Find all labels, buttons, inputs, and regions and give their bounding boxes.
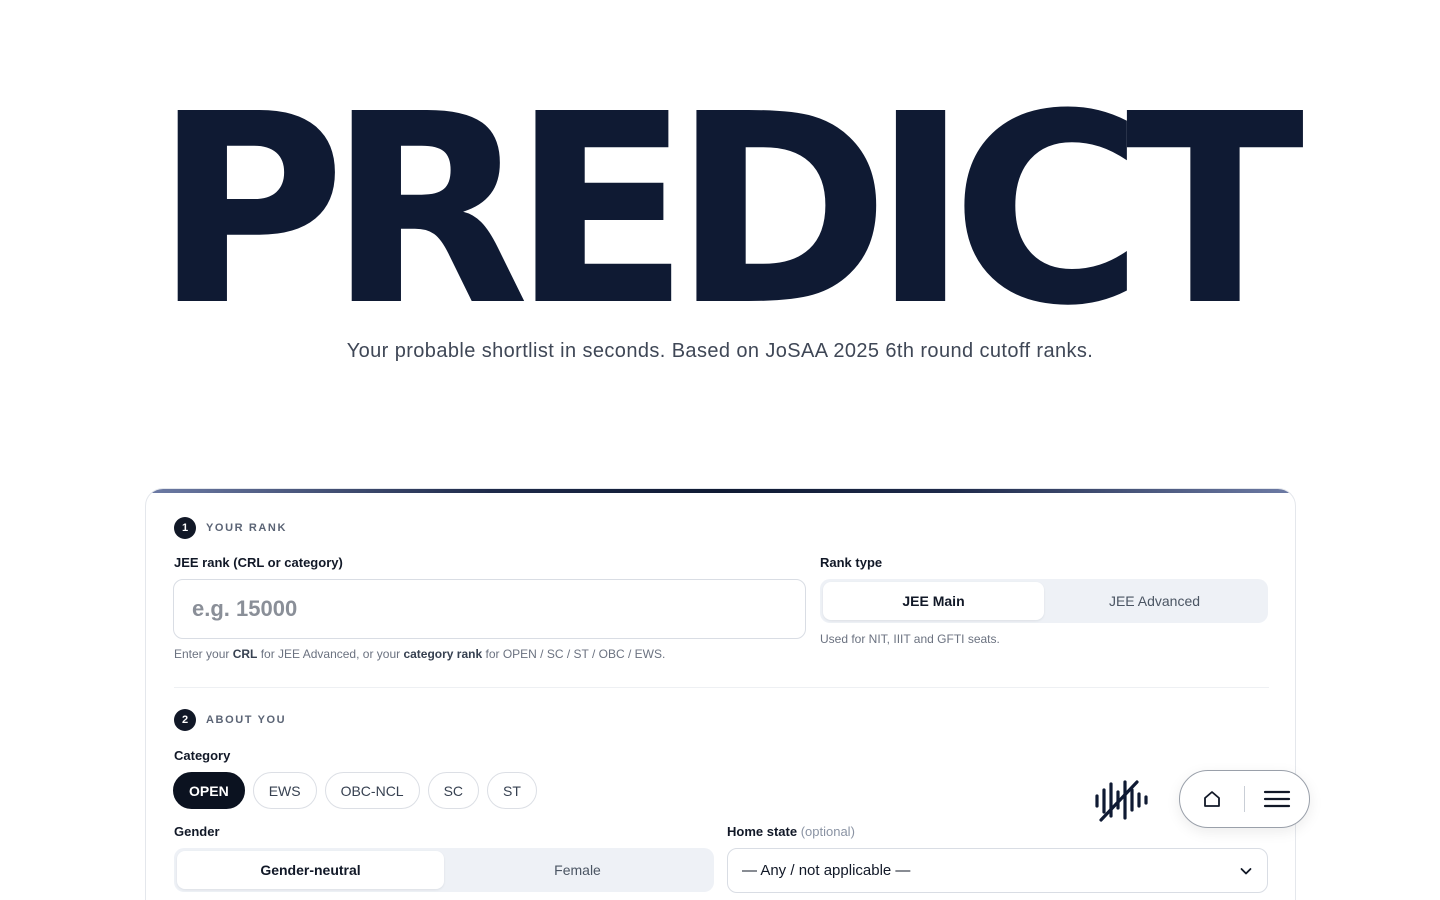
home-icon — [1204, 791, 1220, 807]
category-label: Category — [174, 748, 231, 763]
predict-form-card: 1 YOUR RANK JEE rank (CRL or category) E… — [145, 488, 1296, 900]
section-divider — [174, 687, 1269, 688]
category-chip-sc[interactable]: SC — [427, 772, 480, 809]
category-chip-obc-ncl[interactable]: OBC-NCL — [324, 772, 420, 809]
rank-input[interactable] — [173, 579, 806, 639]
hero-subtitle: Your probable shortlist in seconds. Base… — [346, 340, 1094, 362]
rank-type-jee-main[interactable]: JEE Main — [823, 582, 1044, 620]
hamburger-menu-icon — [1263, 790, 1291, 808]
gender-toggle: Gender-neutral Female — [174, 848, 714, 892]
rank-type-label: Rank type — [820, 555, 883, 570]
menu-button[interactable] — [1245, 770, 1309, 828]
category-chip-open[interactable]: OPEN — [173, 772, 245, 809]
rank-help-text: Enter your CRL for JEE Advanced, or your… — [174, 647, 666, 661]
home-state-select[interactable]: — Any / not applicable — — [727, 848, 1268, 893]
rank-type-help-text: Used for NIT, IIIT and GFTI seats. — [820, 632, 1000, 646]
gender-neutral-option[interactable]: Gender-neutral — [177, 851, 444, 889]
gender-female-option[interactable]: Female — [444, 851, 711, 889]
home-state-value: — Any / not applicable — — [742, 862, 911, 879]
step-number: 1 — [174, 517, 196, 539]
rank-label: JEE rank (CRL or category) — [174, 555, 343, 570]
rank-type-toggle: JEE Main JEE Advanced — [820, 579, 1268, 623]
category-chip-ews[interactable]: EWS — [252, 772, 317, 809]
chevron-down-icon — [1240, 867, 1252, 874]
step-number: 2 — [174, 709, 196, 731]
step-label: ABOUT YOU — [206, 714, 287, 726]
step-label: YOUR RANK — [206, 522, 288, 534]
rank-type-jee-advanced[interactable]: JEE Advanced — [1044, 582, 1265, 620]
gender-label: Gender — [174, 824, 220, 839]
home-state-label: Home state (optional) — [727, 824, 855, 839]
step-your-rank: 1 YOUR RANK — [174, 517, 287, 539]
audio-wave-muted-icon[interactable] — [1093, 776, 1151, 824]
hero-title: PREDICT — [153, 58, 1305, 363]
step-about-you: 2 ABOUT YOU — [174, 709, 286, 731]
home-button[interactable] — [1180, 770, 1244, 828]
card-accent-bar — [146, 489, 1295, 493]
category-chips: OPEN EWS OBC-NCL SC ST — [173, 772, 537, 809]
floating-nav-pill — [1179, 770, 1310, 828]
category-chip-st[interactable]: ST — [487, 772, 537, 809]
optional-hint: (optional) — [800, 824, 855, 839]
